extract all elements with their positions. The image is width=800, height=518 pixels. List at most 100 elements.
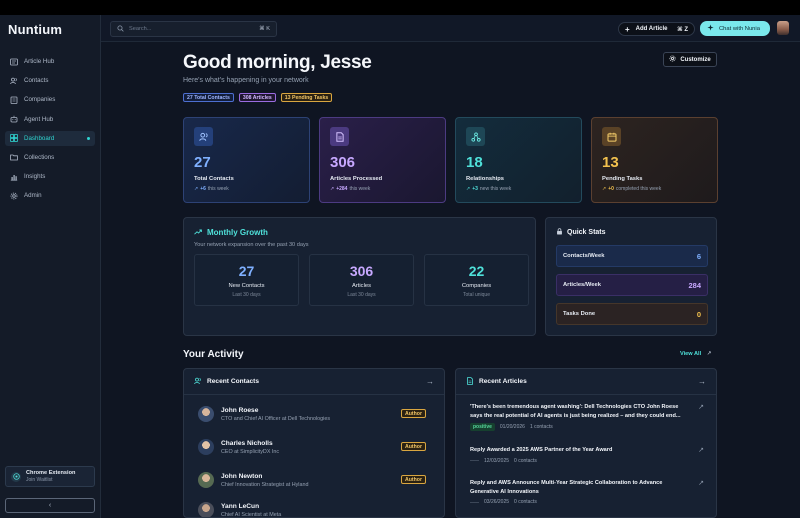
- activity-heading: Your Activity: [183, 349, 244, 360]
- stat-value: 27: [194, 154, 211, 171]
- stat-card-pending-tasks[interactable]: 13 Pending Tasks ↗ +0 completed this week: [591, 117, 718, 203]
- stat-delta: +6: [200, 186, 206, 192]
- sidebar-item-agent-hub[interactable]: Agent Hub: [5, 112, 95, 127]
- quick-stat-label: Articles/Week: [563, 282, 601, 288]
- contact-role: CTO and Chief AI Officer at Dell Technol…: [221, 415, 331, 422]
- chrome-extension-card[interactable]: Chrome Extension Join Waitlist: [5, 466, 95, 487]
- stat-card-total-contacts[interactable]: 27 Total Contacts ↗ +6 this week: [183, 117, 310, 203]
- sentiment-placeholder: [470, 501, 479, 503]
- article-title: 'There's been tremendous agent washing':…: [470, 404, 681, 419]
- users-icon: [194, 377, 202, 387]
- arrow-right-icon[interactable]: →: [698, 377, 706, 386]
- external-link-icon[interactable]: ↗: [698, 403, 704, 411]
- newspaper-icon: [10, 58, 18, 66]
- chrome-icon: [11, 471, 21, 482]
- sidebar: Nuntium Article Hub Contacts Companies A…: [0, 15, 101, 518]
- page-title: Good morning, Jesse: [183, 52, 372, 73]
- user-avatar[interactable]: [777, 21, 789, 35]
- add-article-button[interactable]: + Add Article ⌘ Z: [618, 22, 695, 36]
- contact-role: Chief AI Scientist at Meta: [221, 511, 282, 518]
- extension-title: Chrome Extension: [26, 470, 76, 476]
- sidebar-item-collections[interactable]: Collections: [5, 150, 95, 165]
- article-row[interactable]: Reply Awarded a 2025 AWS Partner of the …: [470, 446, 704, 464]
- sidebar-item-article-hub[interactable]: Article Hub: [5, 54, 95, 69]
- app-root: Nuntium Article Hub Contacts Companies A…: [0, 15, 800, 518]
- article-row[interactable]: 'There's been tremendous agent washing':…: [470, 403, 704, 431]
- article-meta: positive 01/20/2026 1 contacts: [470, 423, 704, 431]
- sidebar-nav: Article Hub Contacts Companies Agent Hub…: [5, 54, 95, 208]
- quick-stat-label: Tasks Done: [563, 311, 596, 317]
- external-link-icon[interactable]: ↗: [698, 446, 704, 454]
- users-icon: [194, 127, 213, 146]
- collapse-sidebar-button[interactable]: ‹: [5, 498, 95, 513]
- recent-contacts-header[interactable]: Recent Contacts →: [184, 369, 444, 395]
- chat-button[interactable]: Chat with Nunia: [700, 21, 770, 36]
- stat-change: ↗ +0 completed this week: [602, 186, 707, 192]
- gear-icon: [669, 55, 676, 64]
- quick-stat-value: 6: [696, 251, 701, 261]
- trend-up-icon: ↗: [602, 186, 607, 192]
- articles-pill: 308 Articles: [238, 93, 276, 102]
- contact-row[interactable]: Yann LeCun Chief AI Scientist at Meta: [198, 499, 432, 518]
- lock-icon: [556, 228, 563, 237]
- stat-change: ↗ +284 this week: [330, 186, 435, 192]
- sidebar-item-insights[interactable]: Insights: [5, 169, 95, 184]
- article-row[interactable]: Reply and AWS Announce Multi-Year Strate…: [470, 479, 704, 505]
- folder-icon: [10, 153, 18, 161]
- stat-label: Articles Processed: [330, 176, 383, 182]
- stat-card-articles-processed[interactable]: 306 Articles Processed ↗ +284 this week: [319, 117, 446, 203]
- recent-contacts-title: Recent Contacts: [207, 378, 260, 385]
- growth-box-new-contacts: 27 New Contacts Last 30 days: [194, 254, 299, 306]
- document-icon: [330, 127, 349, 146]
- bot-icon: [10, 115, 18, 123]
- contact-text: John Newton Chief Innovation Strategist …: [221, 473, 309, 488]
- extension-text: Chrome Extension Join Waitlist: [26, 470, 75, 483]
- growth-title-row: Monthly Growth: [194, 228, 525, 237]
- sidebar-item-dashboard[interactable]: Dashboard: [5, 130, 95, 146]
- plus-icon: +: [625, 24, 630, 34]
- sidebar-item-label: Collections: [24, 153, 55, 161]
- sidebar-item-contacts[interactable]: Contacts: [5, 73, 95, 88]
- chart-icon: [10, 173, 18, 181]
- growth-value: 306: [349, 263, 374, 279]
- quick-stat-label: Contacts/Week: [563, 253, 605, 259]
- growth-subtitle: Your network expansion over the past 30 …: [194, 242, 309, 248]
- article-title: Reply Awarded a 2025 AWS Partner of the …: [470, 447, 613, 453]
- article-title: Reply and AWS Announce Multi-Year Strate…: [470, 480, 663, 495]
- contact-row[interactable]: Charles Nicholls CEO at SimplicityDX Inc…: [198, 436, 432, 458]
- stat-card-relationships[interactable]: 18 Relationships ↗ +3 new this week: [455, 117, 582, 203]
- quick-stats-title-row: Quick Stats: [556, 228, 706, 237]
- trend-up-icon: ↗: [194, 186, 199, 192]
- sidebar-item-label: Companies: [24, 96, 56, 104]
- stat-delta-text: this week: [207, 186, 229, 192]
- stat-delta-text: completed this week: [615, 186, 662, 192]
- add-article-label: Add Article: [635, 26, 668, 32]
- contact-name: John Roese: [221, 406, 259, 414]
- stat-label: Pending Tasks: [602, 176, 643, 182]
- contact-row[interactable]: John Roese CTO and Chief AI Officer at D…: [198, 403, 432, 425]
- extension-subtitle[interactable]: Join Waitlist: [26, 477, 75, 483]
- sidebar-item-label: Insights: [24, 173, 46, 181]
- app-logo[interactable]: Nuntium: [8, 22, 62, 37]
- quick-stats-title: Quick Stats: [567, 229, 606, 236]
- sidebar-item-label: Agent Hub: [24, 115, 54, 123]
- article-contacts: 0 contacts: [514, 499, 537, 505]
- growth-sub: Last 30 days: [347, 292, 376, 298]
- stat-delta-text: new this week: [479, 186, 512, 192]
- stat-value: 13: [602, 154, 619, 171]
- contact-row[interactable]: John Newton Chief Innovation Strategist …: [198, 469, 432, 491]
- recent-articles-header[interactable]: Recent Articles →: [456, 369, 716, 395]
- active-indicator-dot: [87, 136, 90, 140]
- customize-button[interactable]: Customize: [663, 52, 717, 67]
- external-link-icon[interactable]: ↗: [698, 479, 704, 487]
- quick-stat-articles-week: Articles/Week 284: [556, 274, 708, 296]
- view-all-link[interactable]: View All ↗: [680, 351, 711, 357]
- sparkle-icon: [707, 24, 714, 33]
- sidebar-item-companies[interactable]: Companies: [5, 92, 95, 107]
- sidebar-item-admin[interactable]: Admin: [5, 188, 95, 203]
- calendar-icon: [602, 127, 621, 146]
- search-input[interactable]: Search... ⌘ K: [110, 21, 277, 37]
- growth-label: New Contacts: [228, 283, 265, 289]
- contact-avatar: [198, 472, 214, 488]
- arrow-right-icon[interactable]: →: [426, 377, 434, 386]
